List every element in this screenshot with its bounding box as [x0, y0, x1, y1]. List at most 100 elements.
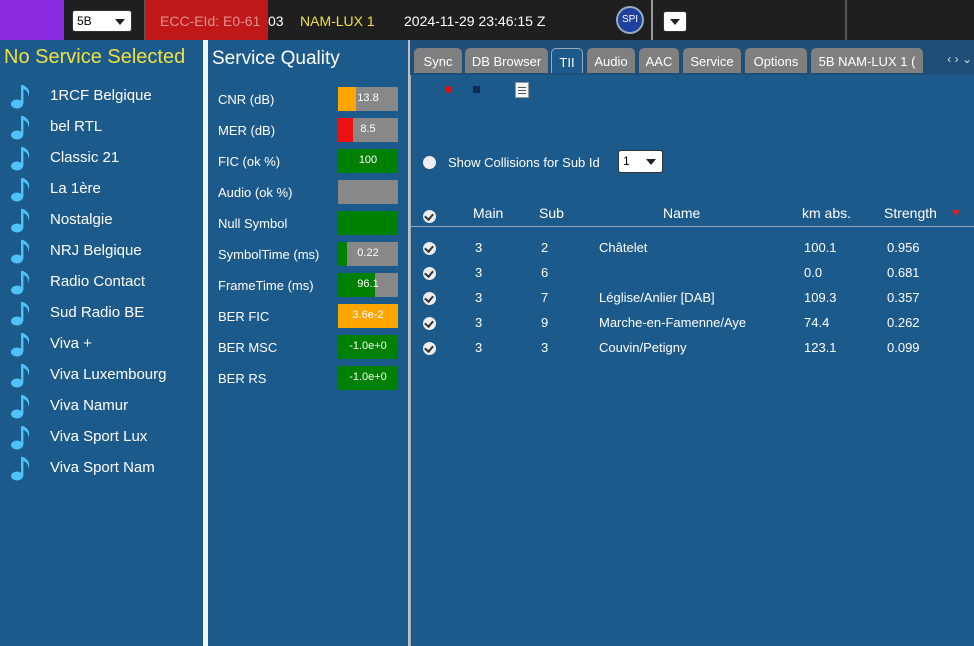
quality-row: FIC (ok %) 100: [218, 149, 406, 173]
service-item[interactable]: Nostalgie: [10, 207, 200, 233]
sort-desc-icon: [952, 210, 960, 216]
music-note-icon: [11, 209, 30, 233]
quality-label: Audio (ok %): [218, 185, 293, 200]
service-item[interactable]: Viva +: [10, 331, 200, 357]
stop-icon[interactable]: [473, 86, 480, 93]
select-all-check-icon[interactable]: [423, 210, 436, 223]
service-item[interactable]: Classic 21: [10, 145, 200, 171]
quality-label: FrameTime (ms): [218, 278, 314, 293]
music-note-icon: [11, 457, 30, 481]
quality-label: FIC (ok %): [218, 154, 281, 169]
show-collisions-radio[interactable]: [423, 156, 436, 169]
column-header-name[interactable]: Name: [663, 205, 700, 221]
service-item[interactable]: Sud Radio BE: [10, 300, 200, 326]
datetime-label: 2024-11-29 23:46:15 Z: [404, 13, 546, 29]
service-item[interactable]: bel RTL: [10, 114, 200, 140]
service-label: Viva Luxembourg: [50, 366, 167, 383]
column-header-sub[interactable]: Sub: [539, 205, 564, 221]
service-label: NRJ Belgique: [50, 242, 142, 259]
channel-select[interactable]: 5B: [72, 10, 132, 32]
tab-db-browser[interactable]: DB Browser: [465, 48, 548, 73]
music-note-icon: [11, 116, 30, 140]
cell-km: 100.1: [804, 240, 837, 255]
service-label: 1RCF Belgique: [50, 87, 152, 104]
service-item[interactable]: 1RCF Belgique: [10, 83, 200, 109]
row-check-icon[interactable]: [423, 292, 436, 305]
quality-meter: 8.5: [338, 118, 398, 142]
sub-id-select[interactable]: 1: [618, 150, 663, 173]
tab-options[interactable]: Options: [745, 48, 807, 73]
row-check-icon[interactable]: [423, 267, 436, 280]
service-label: Viva Sport Nam: [50, 459, 155, 476]
quality-row: Audio (ok %): [218, 180, 406, 204]
service-label: Viva Namur: [50, 397, 129, 414]
cell-main: 3: [475, 240, 483, 255]
tab-5b-nam-lux-1[interactable]: 5B NAM-LUX 1 (: [811, 48, 923, 73]
quality-row: SymbolTime (ms) 0.22: [218, 242, 406, 266]
cell-strength: 0.262: [887, 315, 920, 330]
cell-strength: 0.357: [887, 290, 920, 305]
cell-sub: 7: [541, 290, 549, 305]
column-header-km[interactable]: km abs.: [802, 205, 851, 221]
top-bar: 5B ECC-EId: E0-61 03 NAM-LUX 1 2024-11-2…: [0, 0, 974, 40]
panel-title: No Service Selected: [4, 46, 186, 68]
service-item[interactable]: NRJ Belgique: [10, 238, 200, 264]
chevron-down-icon: [670, 19, 680, 25]
quality-value: 0.22: [357, 247, 379, 259]
spi-icon[interactable]: SPI: [616, 6, 644, 34]
tii-panel: ‹ › ⌄ Sync DB Browser TII Audio AAC Service Op…: [410, 40, 974, 646]
service-label: Radio Contact: [50, 273, 146, 290]
column-header-main[interactable]: Main: [473, 205, 503, 221]
cell-strength: 0.099: [887, 340, 920, 355]
quality-label: MER (dB): [218, 123, 276, 138]
service-item[interactable]: Viva Sport Nam: [10, 455, 200, 481]
quality-label: BER MSC: [218, 340, 278, 355]
service-list-panel: No Service Selected 1RCF Belgique bel RTL…: [0, 40, 203, 646]
cell-km: 109.3: [804, 290, 837, 305]
service-item[interactable]: Viva Namur: [10, 393, 200, 419]
app-window: 5B ECC-EId: E0-61 03 NAM-LUX 1 2024-11-2…: [0, 0, 974, 646]
cell-name: Marche-en-Famenne/Aye: [599, 315, 747, 330]
service-label: La 1ère: [50, 180, 101, 197]
chevron-down-icon: [646, 159, 656, 165]
quality-meter: 100: [338, 149, 398, 173]
quality-meter: 13.8: [338, 87, 398, 111]
quality-meter: 3.6e-2: [338, 304, 398, 328]
quality-meter: [338, 180, 398, 204]
row-check-icon[interactable]: [423, 317, 436, 330]
quality-value: -1.0e+0: [349, 340, 387, 352]
music-note-icon: [11, 333, 30, 357]
column-header-strength[interactable]: Strength: [884, 205, 937, 221]
quality-row: BER MSC -1.0e+0: [218, 335, 406, 359]
music-note-icon: [11, 240, 30, 264]
tab-audio[interactable]: Audio: [587, 48, 635, 73]
tab-aac[interactable]: AAC: [639, 48, 679, 73]
options-dropdown[interactable]: [663, 11, 687, 32]
service-label: Classic 21: [50, 149, 120, 166]
cell-km: 123.1: [804, 340, 837, 355]
cell-name: Châtelet: [599, 240, 648, 255]
service-item[interactable]: Viva Luxembourg: [10, 362, 200, 388]
divider: [651, 0, 653, 40]
quality-row: MER (dB) 8.5: [218, 118, 406, 142]
cell-name: Couvin/Petigny: [599, 340, 687, 355]
quality-row: CNR (dB) 13.8: [218, 87, 406, 111]
row-check-icon[interactable]: [423, 342, 436, 355]
quality-value: 3.6e-2: [352, 309, 384, 321]
record-icon[interactable]: [445, 86, 452, 93]
tab-tii[interactable]: TII: [551, 48, 583, 73]
tab-sync[interactable]: Sync: [414, 48, 462, 73]
service-item[interactable]: Radio Contact: [10, 269, 200, 295]
quality-meter: 96.1: [338, 273, 398, 297]
service-item[interactable]: La 1ère: [10, 176, 200, 202]
quality-row: FrameTime (ms) 96.1: [218, 273, 406, 297]
tii-content: Show Collisions for Sub Id 1 Main Sub Na…: [410, 75, 974, 646]
tab-service[interactable]: Service: [683, 48, 741, 73]
quality-meter: 0.22: [338, 242, 398, 266]
tab-scroll-icons[interactable]: ‹ › ⌄: [947, 52, 972, 66]
row-check-icon[interactable]: [423, 242, 436, 255]
music-note-icon: [11, 364, 30, 388]
document-icon[interactable]: [515, 82, 529, 98]
header-divider: [411, 226, 974, 227]
service-item[interactable]: Viva Sport Lux: [10, 424, 200, 450]
